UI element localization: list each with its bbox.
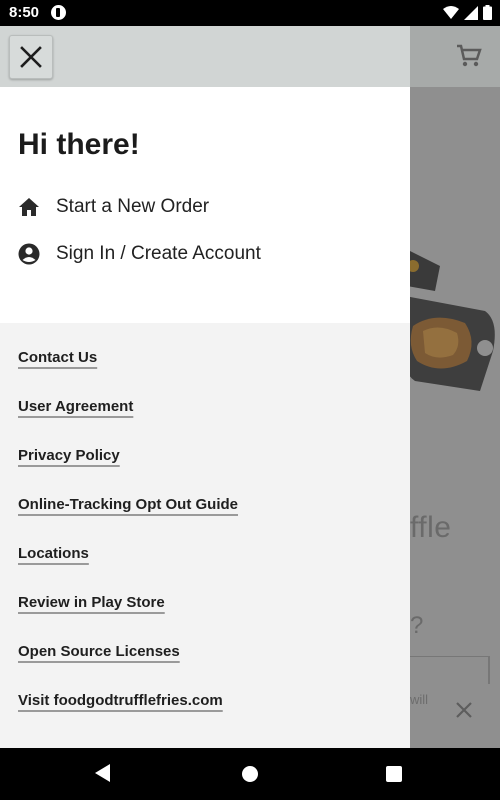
wifi-icon xyxy=(443,5,459,19)
home-icon xyxy=(18,196,40,218)
signal-icon xyxy=(464,5,478,20)
privacy-policy-link[interactable]: Privacy Policy xyxy=(18,447,120,464)
status-bar: 8:50 xyxy=(0,0,500,26)
close-icon xyxy=(456,702,472,718)
start-new-order-label: Start a New Order xyxy=(56,196,210,217)
status-icons xyxy=(443,5,492,20)
background-input-border-right xyxy=(488,656,490,684)
account-circle-icon xyxy=(18,243,40,265)
food-image xyxy=(400,251,495,391)
visit-website-link[interactable]: Visit foodgodtrufflefries.com xyxy=(18,692,223,709)
drawer-header xyxy=(0,26,410,87)
close-drawer-button[interactable] xyxy=(9,35,53,79)
background-input-border xyxy=(410,656,490,657)
system-navigation-bar xyxy=(0,748,500,800)
sign-in-create-account-item[interactable]: Sign In / Create Account xyxy=(18,243,261,265)
status-time: 8:50 xyxy=(9,4,40,21)
background-heading: ffle xyxy=(410,511,452,544)
battery-icon xyxy=(483,5,492,20)
back-icon[interactable] xyxy=(95,764,110,782)
home-icon[interactable] xyxy=(242,766,258,782)
user-agreement-link[interactable]: User Agreement xyxy=(18,398,133,415)
locations-link[interactable]: Locations xyxy=(18,545,89,562)
open-source-licenses-link[interactable]: Open Source Licenses xyxy=(18,643,180,660)
background-note: will xyxy=(410,692,429,707)
navigation-drawer: Hi there! Start a New Order Sign In / Cr… xyxy=(0,26,410,748)
contact-us-link[interactable]: Contact Us xyxy=(18,349,97,366)
sign-in-create-account-label: Sign In / Create Account xyxy=(56,243,261,264)
cart-icon xyxy=(457,44,482,67)
review-in-play-store-link[interactable]: Review in Play Store xyxy=(18,594,165,611)
close-icon xyxy=(20,46,42,68)
greeting-title: Hi there! xyxy=(18,128,140,161)
background-question: ? xyxy=(410,612,424,639)
online-tracking-opt-out-link[interactable]: Online-Tracking Opt Out Guide xyxy=(18,496,238,513)
drawer-greeting-section: Hi there! Start a New Order Sign In / Cr… xyxy=(0,87,410,323)
recents-icon[interactable] xyxy=(386,766,402,782)
start-new-order-item[interactable]: Start a New Order xyxy=(18,196,209,218)
app-notification-icon xyxy=(51,5,66,20)
